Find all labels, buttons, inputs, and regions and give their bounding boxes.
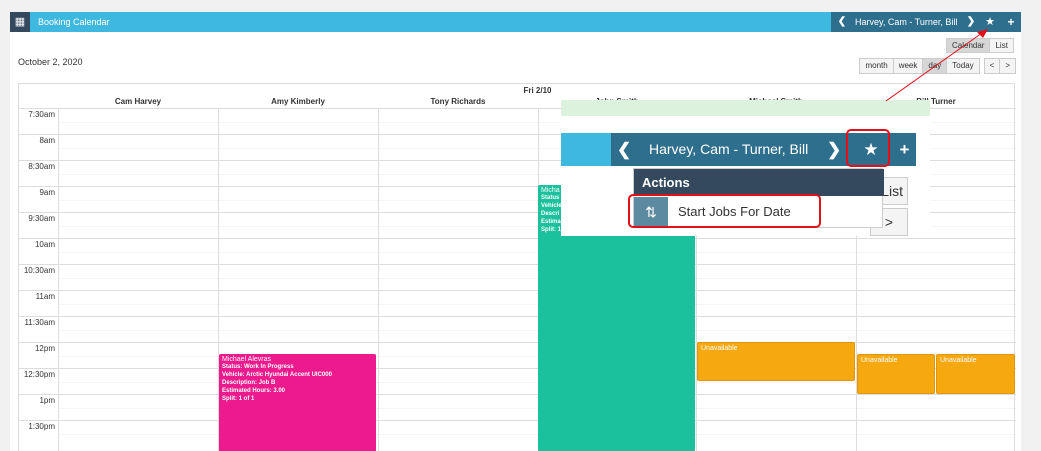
- page: ▦ Booking Calendar ❮ Harvey, Cam - Turne…: [0, 0, 1041, 451]
- annotation-arrow: [885, 29, 988, 102]
